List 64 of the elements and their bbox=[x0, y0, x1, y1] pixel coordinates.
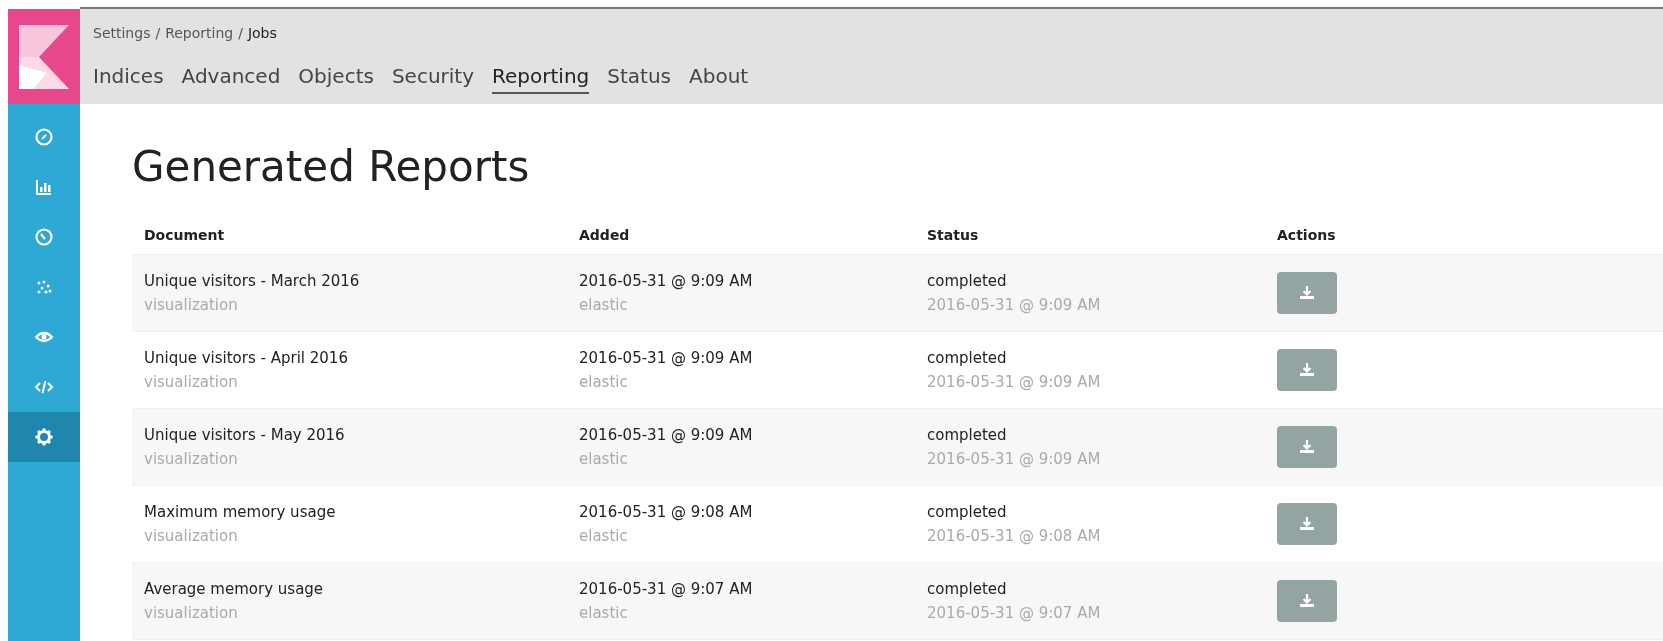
table-cell-text: Unique visitors - May 2016 bbox=[144, 425, 346, 446]
breadcrumb-separator: / bbox=[155, 24, 161, 43]
table-cell-text: 2016-05-31 @ 9:09 AM bbox=[579, 425, 754, 446]
table-cell-text: completed bbox=[927, 348, 1008, 369]
table-cell-text: visualization bbox=[144, 372, 239, 393]
table-cell-text: elastic bbox=[579, 372, 629, 393]
download-icon bbox=[1299, 594, 1315, 608]
logo[interactable] bbox=[8, 9, 80, 104]
table-cell-text: 2016-05-31 @ 9:09 AM bbox=[579, 348, 754, 369]
table-cell-text: 2016-05-31 @ 9:09 AM bbox=[927, 295, 1102, 316]
bar-chart-icon bbox=[34, 177, 54, 197]
download-icon bbox=[1299, 440, 1315, 454]
download-icon bbox=[1299, 363, 1315, 377]
breadcrumb-separator: / bbox=[238, 24, 243, 43]
table-cell-text: completed bbox=[927, 579, 1008, 600]
nav-item[interactable] bbox=[8, 412, 80, 462]
table-cell-text: visualization bbox=[144, 449, 239, 470]
table-cell-text: 2016-05-31 @ 9:09 AM bbox=[927, 372, 1102, 393]
download-icon bbox=[1299, 286, 1315, 300]
tab[interactable]: Indices bbox=[93, 62, 164, 94]
gauge-icon bbox=[34, 227, 54, 247]
table-cell-text: Unique visitors - March 2016 bbox=[144, 271, 361, 292]
table-cell-text: visualization bbox=[144, 295, 239, 316]
download-button[interactable] bbox=[1277, 503, 1337, 545]
breadcrumb-link[interactable]: Reporting bbox=[165, 23, 234, 44]
download-button[interactable] bbox=[1277, 426, 1337, 468]
breadcrumb-link[interactable]: Settings bbox=[93, 23, 151, 44]
table-cell-text: 2016-05-31 @ 9:08 AM bbox=[579, 502, 754, 523]
table-cell-text: 2016-05-31 @ 9:09 AM bbox=[927, 449, 1102, 470]
page-title: Generated Reports bbox=[132, 141, 531, 193]
table-cell-text: 2016-05-31 @ 9:09 AM bbox=[579, 271, 754, 292]
download-icon bbox=[1299, 517, 1315, 531]
download-button[interactable] bbox=[1277, 272, 1337, 314]
breadcrumb-current: Jobs bbox=[247, 24, 277, 43]
table-cell-text: 2016-05-31 @ 9:07 AM bbox=[927, 603, 1102, 624]
table-cell-text: elastic bbox=[579, 603, 629, 624]
table-cell-text: completed bbox=[927, 425, 1008, 446]
table-cell-text: visualization bbox=[144, 526, 239, 547]
tab[interactable]: Security bbox=[391, 62, 475, 94]
column-header: Document bbox=[144, 225, 226, 245]
table-cell-text: completed bbox=[927, 271, 1008, 292]
table-cell-text: 2016-05-31 @ 9:07 AM bbox=[579, 579, 754, 600]
table-cell-text: elastic bbox=[579, 449, 629, 470]
table-cell-text: elastic bbox=[579, 295, 629, 316]
table-cell-text: elastic bbox=[579, 526, 629, 547]
settings-icon bbox=[34, 427, 54, 447]
tab[interactable]: Objects bbox=[298, 62, 374, 94]
column-header: Status bbox=[927, 225, 980, 245]
column-header: Actions bbox=[1277, 225, 1337, 245]
tab[interactable]: Reporting bbox=[492, 62, 590, 94]
download-button[interactable] bbox=[1277, 349, 1337, 391]
tab[interactable]: Advanced bbox=[181, 62, 281, 94]
table-cell-text: Maximum memory usage bbox=[144, 502, 337, 523]
table-cell-text: Unique visitors - April 2016 bbox=[144, 348, 349, 369]
table-cell-text: 2016-05-31 @ 9:08 AM bbox=[927, 526, 1102, 547]
column-header: Added bbox=[579, 225, 631, 245]
tab[interactable]: About bbox=[689, 62, 749, 94]
logo-icon bbox=[19, 24, 69, 89]
table-cell-text: completed bbox=[927, 502, 1008, 523]
compass-icon bbox=[34, 127, 54, 147]
table-cell-text: Average memory usage bbox=[144, 579, 325, 600]
download-button[interactable] bbox=[1277, 580, 1337, 622]
tab[interactable]: Status bbox=[607, 62, 671, 94]
table-cell-text: visualization bbox=[144, 603, 239, 624]
